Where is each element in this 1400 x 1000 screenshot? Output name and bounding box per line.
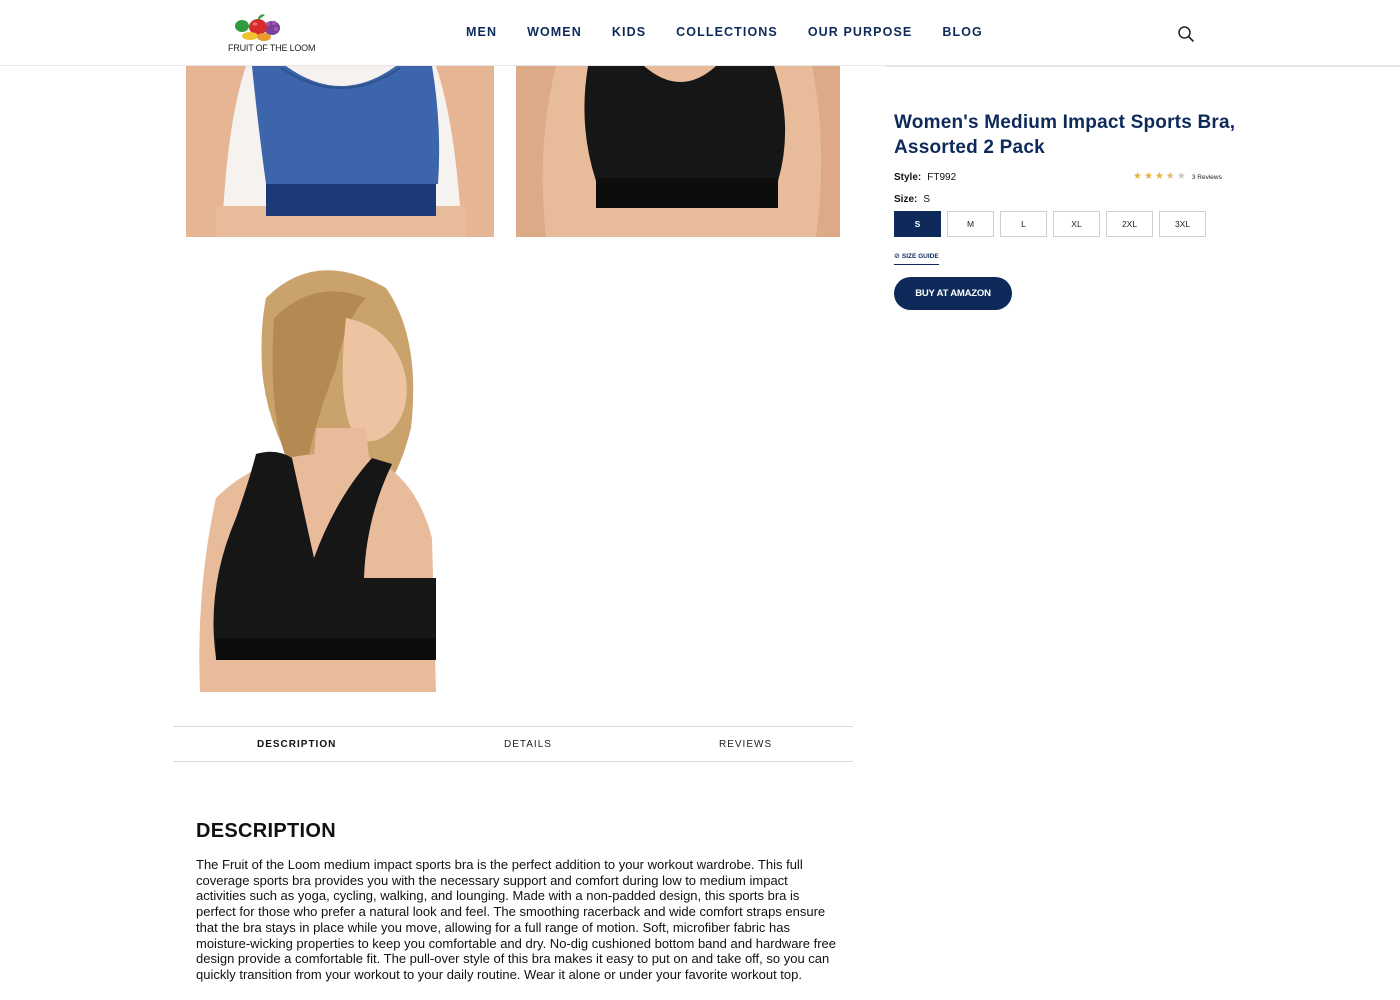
nav-our-purpose[interactable]: OUR PURPOSE [808,25,912,39]
size-option-l[interactable]: L [1000,211,1047,237]
half-star-icon: ★ [1165,171,1175,182]
star-icon: ★ [1154,171,1164,182]
search-button[interactable] [1176,24,1196,44]
description-text: The Fruit of the Loom medium impact spor… [196,857,836,982]
buy-at-amazon-button[interactable]: BUY AT AMAZON [894,277,1012,310]
product-photo-black-back[interactable] [196,258,442,692]
product-photo-black-front[interactable] [516,66,840,237]
size-label: Size: [894,194,918,205]
ruler-icon: ⊘ [894,253,900,260]
size-option-xl[interactable]: XL [1053,211,1100,237]
nav-men[interactable]: MEN [466,25,497,39]
nav-blog[interactable]: BLOG [942,25,983,39]
brand-logo[interactable]: FRUIT OF THE LOOM [228,12,316,56]
tab-details[interactable]: DETAILS [504,739,552,750]
style-label: Style: [894,172,922,183]
reviews-link[interactable]: 3 Reviews [1192,174,1222,181]
main-nav: MEN WOMEN KIDS COLLECTIONS OUR PURPOSE B… [466,25,1013,39]
size-option-3xl[interactable]: 3XL [1159,211,1206,237]
tab-description[interactable]: DESCRIPTION [257,739,336,750]
size-row: Size: S [894,194,930,205]
product-image [196,258,442,692]
logo-wordmark: FRUIT OF THE LOOM [228,43,316,53]
nav-collections[interactable]: COLLECTIONS [676,25,778,39]
empty-star-icon: ★ [1176,171,1186,182]
style-value: FT992 [927,172,957,183]
nav-women[interactable]: WOMEN [527,25,582,39]
size-option-m[interactable]: M [947,211,994,237]
product-image [516,66,840,237]
size-selector: S M L XL 2XL 3XL [894,211,1212,237]
product-tabs: DESCRIPTION DETAILS REVIEWS [173,726,853,762]
tab-reviews[interactable]: REVIEWS [719,739,772,750]
search-icon [1178,26,1194,42]
size-guide-link[interactable]: ⊘ SIZE GUIDE [894,252,939,265]
panel-divider [886,66,1400,67]
rating-summary[interactable]: ★ ★ ★ ★ ★ 3 Reviews [1133,172,1222,182]
style-row: Style: FT992 [894,172,956,183]
product-title: Women's Medium Impact Sports Bra, Assort… [894,112,1236,158]
size-guide-label: SIZE GUIDE [901,252,939,260]
fruit-logo-icon [235,14,280,41]
nav-kids[interactable]: KIDS [612,25,646,39]
star-icon: ★ [1143,171,1153,182]
description-heading: DESCRIPTION [196,820,336,842]
star-icon: ★ [1133,171,1142,182]
size-option-s[interactable]: S [894,211,941,237]
size-value: S [923,194,931,205]
product-image [186,66,494,237]
site-header: FRUIT OF THE LOOM MEN WOMEN KIDS COLLECT… [0,0,1400,66]
product-photo-blue-front[interactable] [186,66,494,237]
size-option-2xl[interactable]: 2XL [1106,211,1153,237]
